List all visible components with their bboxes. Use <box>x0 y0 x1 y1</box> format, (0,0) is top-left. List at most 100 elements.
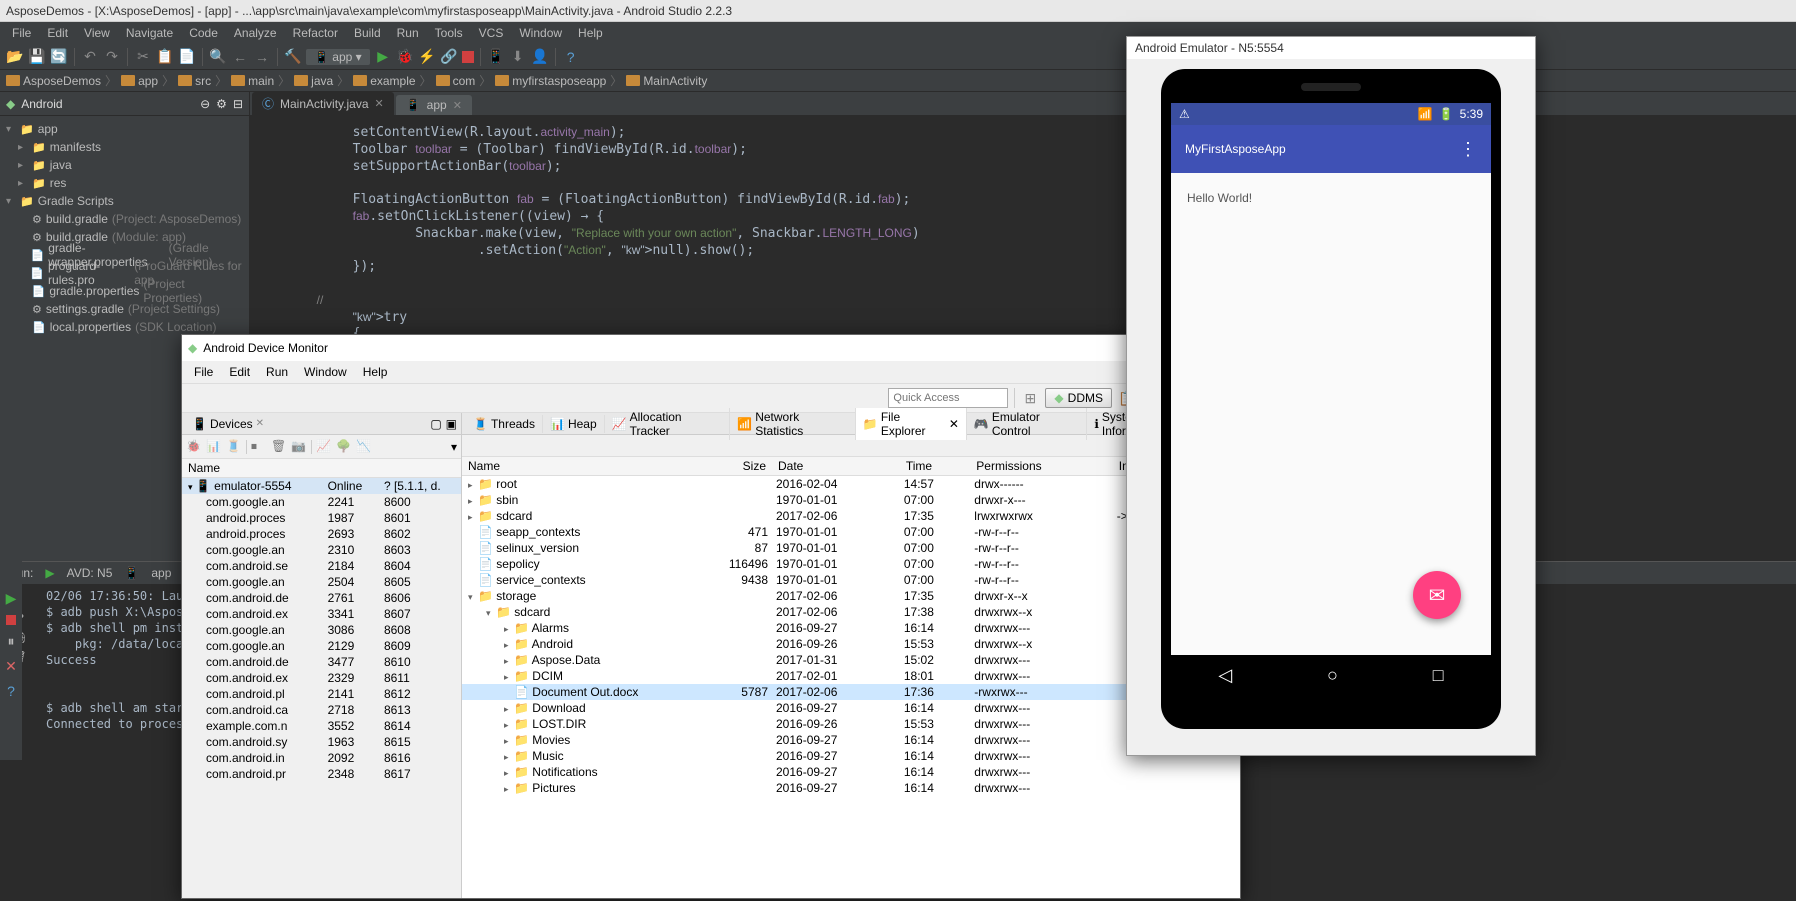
file-row[interactable]: ▸📁 sdcard2017-02-0617:35lrwxrwxrwx-> /st… <box>462 508 1240 524</box>
file-row[interactable]: ▸📁 Download2016-09-2716:14drwxrwx--- <box>462 700 1240 716</box>
file-row[interactable]: ▸📁 Pictures2016-09-2716:14drwxrwx--- <box>462 780 1240 796</box>
tree-item[interactable]: 📄gradle.properties (Project Properties) <box>0 282 249 300</box>
monitor-tab[interactable]: 🧵Threads <box>466 415 543 433</box>
device-row[interactable]: com.google.an30868608 <box>182 622 461 638</box>
file-row[interactable]: ▸📁 Notifications2016-09-2716:14drwxrwx--… <box>462 764 1240 780</box>
file-col[interactable]: Size <box>722 457 772 476</box>
device-row[interactable]: com.android.se21848604 <box>182 558 461 574</box>
android-monitor-icon[interactable]: 👤 <box>531 48 549 66</box>
editor-tab[interactable]: ⒸMainActivity.java✕ <box>252 92 394 115</box>
back-button[interactable]: ◁ <box>1218 665 1232 686</box>
menu-analyze[interactable]: Analyze <box>226 24 285 42</box>
menu-help[interactable]: Help <box>570 24 611 42</box>
breadcrumb-item[interactable]: app <box>121 74 158 88</box>
menu-code[interactable]: Code <box>181 24 226 42</box>
breadcrumb-item[interactable]: java <box>294 74 333 88</box>
file-row[interactable]: 📄 selinux_version871970-01-0107:00-rw-r-… <box>462 540 1240 556</box>
file-row[interactable]: 📄 seapp_contexts4711970-01-0107:00-rw-r-… <box>462 524 1240 540</box>
file-row[interactable]: 📄 sepolicy1164961970-01-0107:00-rw-r--r-… <box>462 556 1240 572</box>
menu-vcs[interactable]: VCS <box>471 24 512 42</box>
stop-process-icon[interactable]: ⏹ <box>251 439 267 455</box>
collapse-icon[interactable]: ⊖ <box>200 97 210 111</box>
file-col[interactable]: Name <box>462 457 722 476</box>
gear-icon[interactable]: ⚙ <box>216 97 227 111</box>
device-row[interactable]: android.proces19878601 <box>182 510 461 526</box>
run-icon[interactable]: ▶ <box>374 48 392 66</box>
sdk-manager-icon[interactable]: ⬇ <box>509 48 527 66</box>
tree-item[interactable]: ▾📁Gradle Scripts <box>0 192 249 210</box>
menu-file[interactable]: File <box>4 24 39 42</box>
device-row[interactable]: com.android.pr23488617 <box>182 766 461 782</box>
breadcrumb-item[interactable]: com <box>436 74 476 88</box>
redo-icon[interactable]: ↷ <box>103 48 121 66</box>
quick-access-input[interactable] <box>888 388 1008 408</box>
tree-item[interactable]: ⚙settings.gradle (Project Settings) <box>0 300 249 318</box>
screenshot-icon[interactable]: 📷 <box>291 439 307 455</box>
back-icon[interactable]: ← <box>231 48 249 66</box>
avd-manager-icon[interactable]: 📱 <box>487 48 505 66</box>
help-run-icon[interactable]: ? <box>7 683 15 699</box>
sync-icon[interactable]: 🔄 <box>50 48 68 66</box>
device-row[interactable]: com.android.de34778610 <box>182 654 461 670</box>
file-row[interactable]: 📄 Document Out.docx57872017-02-0617:36-r… <box>462 684 1240 700</box>
adm-menu-run[interactable]: Run <box>258 363 296 381</box>
home-button[interactable]: ○ <box>1327 665 1338 686</box>
run-play-icon[interactable]: ▶ <box>45 566 54 580</box>
build-icon[interactable]: 🔨 <box>284 48 302 66</box>
file-col[interactable]: Date <box>772 457 900 476</box>
breadcrumb-item[interactable]: example <box>353 74 415 88</box>
sidebar-header[interactable]: ◆ Android ⊖ ⚙ ⊟ <box>0 92 249 116</box>
menu-window[interactable]: Window <box>511 24 570 42</box>
file-row[interactable]: ▸📁 DCIM2017-02-0118:01drwxrwx--- <box>462 668 1240 684</box>
file-row[interactable]: 📄 service_contexts94381970-01-0107:00-rw… <box>462 572 1240 588</box>
pause-icon[interactable]: ⏸ <box>8 633 15 650</box>
monitor-tab[interactable]: 📊Heap <box>543 415 605 433</box>
file-row[interactable]: ▸📁 root2016-02-0414:57drwx------ <box>462 476 1240 493</box>
device-row[interactable]: com.google.an25048605 <box>182 574 461 590</box>
editor-tab[interactable]: 📱app✕ <box>396 95 472 115</box>
ddms-perspective-button[interactable]: ◆DDMS <box>1045 388 1112 408</box>
device-row[interactable]: com.google.an23108603 <box>182 542 461 558</box>
device-row[interactable]: com.android.in20928616 <box>182 750 461 766</box>
device-row[interactable]: com.android.ex23298611 <box>182 670 461 686</box>
device-row[interactable]: com.google.an22418600 <box>182 494 461 510</box>
file-row[interactable]: ▸📁 sbin1970-01-0107:00drwxr-x--- <box>462 492 1240 508</box>
menu-refactor[interactable]: Refactor <box>285 24 346 42</box>
device-row[interactable]: android.proces26938602 <box>182 526 461 542</box>
file-row[interactable]: ▾📁 sdcard2017-02-0617:38drwxrwx--x <box>462 604 1240 620</box>
recents-button[interactable]: □ <box>1433 665 1444 686</box>
file-row[interactable]: ▾📁 storage2017-02-0617:35drwxr-x--x <box>462 588 1240 604</box>
menu-tools[interactable]: Tools <box>427 24 471 42</box>
file-col[interactable]: Time <box>900 457 970 476</box>
file-row[interactable]: ▸📁 Movies2016-09-2716:14drwxrwx--- <box>462 732 1240 748</box>
devices-tab[interactable]: 📱 Devices ✕ <box>186 415 270 433</box>
adm-menu-file[interactable]: File <box>186 363 221 381</box>
close-tab-icon[interactable]: ✕ <box>375 97 384 110</box>
close-tab-icon[interactable]: ✕ <box>453 99 462 112</box>
forward-icon[interactable]: → <box>253 48 271 66</box>
file-row[interactable]: ▸📁 Music2016-09-2716:14drwxrwx--- <box>462 748 1240 764</box>
adm-menu-edit[interactable]: Edit <box>221 363 258 381</box>
file-row[interactable]: ▸📁 Alarms2016-09-2716:14drwxrwx--- <box>462 620 1240 636</box>
open-icon[interactable]: 📂 <box>6 48 24 66</box>
device-row[interactable]: com.android.de27618606 <box>182 590 461 606</box>
threads-icon[interactable]: 🧵 <box>226 439 242 455</box>
breadcrumb-item[interactable]: myfirstasposeapp <box>495 74 606 88</box>
breadcrumb-item[interactable]: MainActivity <box>626 74 707 88</box>
run-config-selector[interactable]: 📱 app ▾ <box>306 49 370 65</box>
adm-titlebar[interactable]: ◆ Android Device Monitor — ☐ ✕ <box>182 335 1240 361</box>
find-icon[interactable]: 🔍 <box>209 48 227 66</box>
file-row[interactable]: ▸📁 Aspose.Data2017-01-3115:02drwxrwx--- <box>462 652 1240 668</box>
tree-item[interactable]: ▸📁manifests <box>0 138 249 156</box>
menu-build[interactable]: Build <box>346 24 389 42</box>
attach-debugger-icon[interactable]: 🔗 <box>440 48 458 66</box>
systrace-icon[interactable]: 📉 <box>356 439 372 455</box>
debug-icon[interactable]: 🐞 <box>396 48 414 66</box>
file-row[interactable]: ▸📁 LOST.DIR2016-09-2615:53drwxrwx--- <box>462 716 1240 732</box>
save-icon[interactable]: 💾 <box>28 48 46 66</box>
breadcrumb-item[interactable]: AsposeDemos <box>6 74 101 88</box>
copy-icon[interactable]: 📋 <box>156 48 174 66</box>
menu-icon[interactable]: ▾ <box>451 440 457 454</box>
heap-icon[interactable]: 📊 <box>206 439 222 455</box>
tree-item[interactable]: ⚙build.gradle (Project: AsposeDemos) <box>0 210 249 228</box>
